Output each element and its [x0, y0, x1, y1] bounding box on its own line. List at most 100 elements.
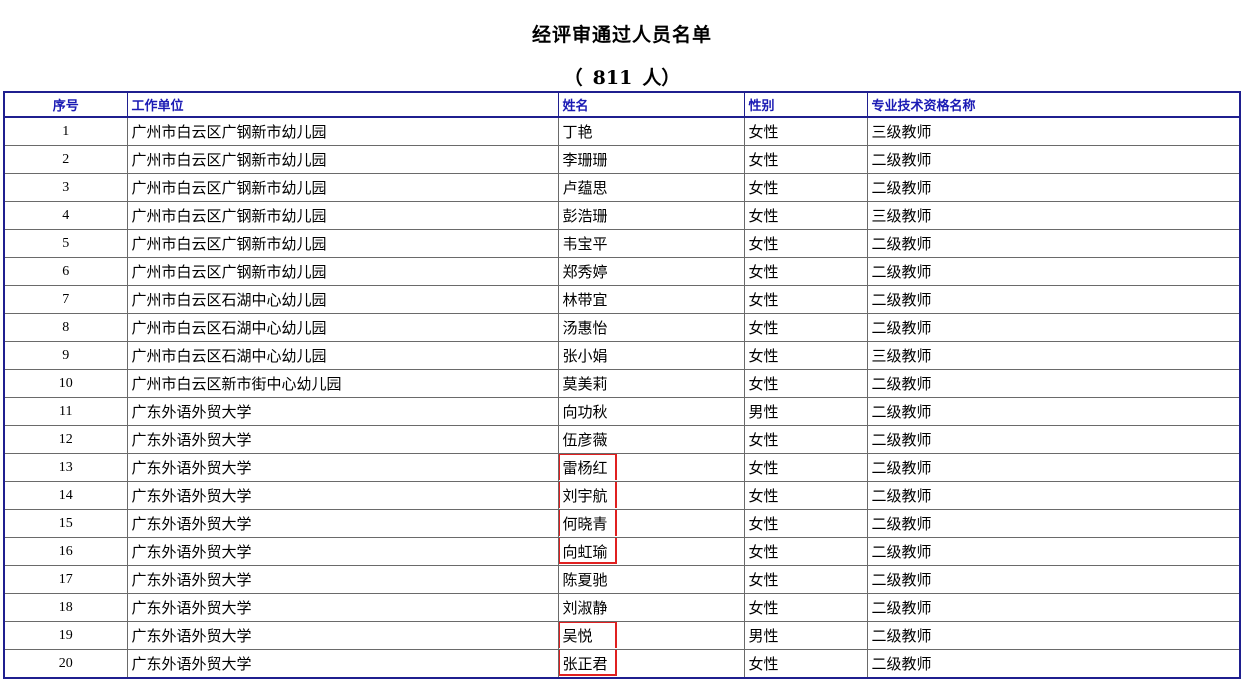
count-unit: 人） [642, 67, 681, 89]
cell-name: 陈夏驰 [557, 565, 745, 594]
cell-qualification: 二级教师 [866, 173, 1241, 202]
cell-qualification: 二级教师 [866, 285, 1241, 314]
cell-qualification: 二级教师 [866, 425, 1241, 454]
cell-seq: 16 [3, 537, 128, 566]
cell-unit: 广东外语外贸大学 [126, 453, 559, 482]
cell-gender: 女性 [743, 145, 868, 174]
header-name: 姓名 [557, 91, 745, 118]
cell-seq: 15 [3, 509, 128, 538]
cell-seq: 9 [3, 341, 128, 370]
cell-seq: 5 [3, 229, 128, 258]
cell-unit: 广东外语外贸大学 [126, 509, 559, 538]
cell-name: 向功秋 [557, 397, 745, 426]
cell-name: 伍彦薇 [557, 425, 745, 454]
cell-unit: 广州市白云区广钢新市幼儿园 [126, 173, 559, 202]
cell-unit: 广东外语外贸大学 [126, 425, 559, 454]
cell-unit: 广东外语外贸大学 [126, 649, 559, 679]
cell-name: 汤惠怡 [557, 313, 745, 342]
cell-name-highlighted: 雷杨红 [557, 453, 745, 482]
cell-seq: 18 [3, 593, 128, 622]
table-row: 5 广州市白云区广钢新市幼儿园 韦宝平 女性 二级教师 [3, 229, 1241, 258]
cell-seq: 6 [3, 257, 128, 286]
cell-seq: 13 [3, 453, 128, 482]
cell-seq: 1 [3, 116, 128, 146]
cell-gender: 女性 [743, 229, 868, 258]
cell-unit: 广州市白云区广钢新市幼儿园 [126, 257, 559, 286]
header-gender: 性别 [743, 91, 868, 118]
cell-seq: 2 [3, 145, 128, 174]
table-row: 2 广州市白云区广钢新市幼儿园 李珊珊 女性 二级教师 [3, 145, 1241, 174]
cell-qualification: 二级教师 [866, 621, 1241, 650]
header-qualification: 专业技术资格名称 [866, 91, 1241, 118]
cell-name: 丁艳 [557, 116, 745, 146]
cell-qualification: 二级教师 [866, 565, 1241, 594]
table-row: 6 广州市白云区广钢新市幼儿园 郑秀婷 女性 二级教师 [3, 257, 1241, 286]
cell-unit: 广东外语外贸大学 [126, 565, 559, 594]
cell-name: 李珊珊 [557, 145, 745, 174]
cell-unit: 广州市白云区石湖中心幼儿园 [126, 285, 559, 314]
cell-qualification: 二级教师 [866, 453, 1241, 482]
table-row: 8 广州市白云区石湖中心幼儿园 汤惠怡 女性 二级教师 [3, 313, 1241, 342]
cell-qualification: 二级教师 [866, 509, 1241, 538]
table-row: 1 广州市白云区广钢新市幼儿园 丁艳 女性 三级教师 [3, 116, 1241, 146]
cell-name: 莫美莉 [557, 369, 745, 398]
cell-seq: 12 [3, 425, 128, 454]
cell-gender: 女性 [743, 369, 868, 398]
table-row: 3 广州市白云区广钢新市幼儿园 卢蕴思 女性 二级教师 [3, 173, 1241, 202]
cell-gender: 女性 [743, 565, 868, 594]
table-header-row: 序号 工作单位 姓名 性别 专业技术资格名称 [3, 91, 1241, 118]
cell-unit: 广州市白云区广钢新市幼儿园 [126, 145, 559, 174]
cell-qualification: 二级教师 [866, 229, 1241, 258]
table-row: 7 广州市白云区石湖中心幼儿园 林带宜 女性 二级教师 [3, 285, 1241, 314]
cell-gender: 女性 [743, 509, 868, 538]
cell-gender: 女性 [743, 593, 868, 622]
table-row: 10 广州市白云区新市街中心幼儿园 莫美莉 女性 二级教师 [3, 369, 1241, 398]
cell-gender: 女性 [743, 173, 868, 202]
cell-name-highlighted: 何晓青 [557, 509, 745, 538]
header-seq: 序号 [3, 91, 128, 118]
cell-unit: 广州市白云区广钢新市幼儿园 [126, 229, 559, 258]
cell-name: 林带宜 [557, 285, 745, 314]
cell-gender: 女性 [743, 453, 868, 482]
table-row: 17 广东外语外贸大学 陈夏驰 女性 二级教师 [3, 565, 1241, 594]
cell-gender: 女性 [743, 341, 868, 370]
cell-gender: 女性 [743, 201, 868, 230]
table-row: 12 广东外语外贸大学 伍彦薇 女性 二级教师 [3, 425, 1241, 454]
cell-gender: 女性 [743, 257, 868, 286]
cell-unit: 广东外语外贸大学 [126, 593, 559, 622]
cell-unit: 广东外语外贸大学 [126, 537, 559, 566]
count-value: 811 [592, 67, 633, 89]
table-row: 11 广东外语外贸大学 向功秋 男性 二级教师 [3, 397, 1241, 426]
cell-gender: 女性 [743, 537, 868, 566]
cell-seq: 14 [3, 481, 128, 510]
cell-unit: 广州市白云区广钢新市幼儿园 [126, 116, 559, 146]
cell-seq: 4 [3, 201, 128, 230]
cell-qualification: 三级教师 [866, 116, 1241, 146]
cell-gender: 男性 [743, 621, 868, 650]
cell-seq: 7 [3, 285, 128, 314]
cell-qualification: 二级教师 [866, 369, 1241, 398]
table-row: 4 广州市白云区广钢新市幼儿园 彭浩珊 女性 三级教师 [3, 201, 1241, 230]
cell-gender: 女性 [743, 116, 868, 146]
cell-qualification: 二级教师 [866, 593, 1241, 622]
cell-unit: 广州市白云区新市街中心幼儿园 [126, 369, 559, 398]
cell-name-highlighted: 吴悦 [557, 621, 745, 650]
cell-name: 郑秀婷 [557, 257, 745, 286]
table-row: 20 广东外语外贸大学 张正君 女性 二级教师 [3, 649, 1241, 679]
cell-name: 卢蕴思 [557, 173, 745, 202]
table-row: 14 广东外语外贸大学 刘宇航 女性 二级教师 [3, 481, 1241, 510]
cell-name: 韦宝平 [557, 229, 745, 258]
cell-qualification: 二级教师 [866, 481, 1241, 510]
table-row: 19 广东外语外贸大学 吴悦 男性 二级教师 [3, 621, 1241, 650]
header-unit: 工作单位 [126, 91, 559, 118]
cell-qualification: 二级教师 [866, 145, 1241, 174]
cell-unit: 广州市白云区石湖中心幼儿园 [126, 313, 559, 342]
cell-unit: 广东外语外贸大学 [126, 621, 559, 650]
cell-seq: 17 [3, 565, 128, 594]
cell-qualification: 三级教师 [866, 201, 1241, 230]
cell-qualification: 二级教师 [866, 537, 1241, 566]
cell-gender: 女性 [743, 285, 868, 314]
table-body: 1 广州市白云区广钢新市幼儿园 丁艳 女性 三级教师 2 广州市白云区广钢新市幼儿园 李珊珊女… [3, 116, 1241, 679]
cell-qualification: 二级教师 [866, 397, 1241, 426]
cell-gender: 女性 [743, 481, 868, 510]
